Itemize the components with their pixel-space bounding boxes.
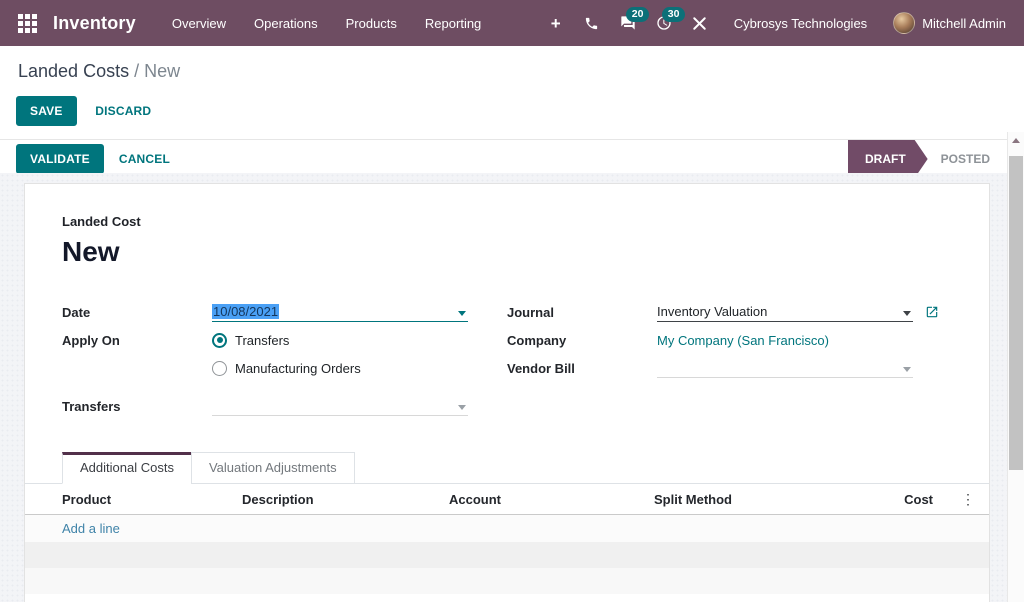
header-cost: Cost	[881, 484, 941, 515]
company-label: Company	[507, 333, 657, 348]
apply-on-label: Apply On	[62, 333, 212, 348]
breadcrumb-landed-costs[interactable]: Landed Costs	[18, 61, 129, 81]
breadcrumb-current: New	[144, 61, 180, 81]
user-menu[interactable]: Mitchell Admin	[922, 16, 1006, 31]
save-button[interactable]: SAVE	[16, 96, 77, 126]
date-dropdown-icon[interactable]	[458, 311, 466, 316]
scrollbar-thumb[interactable]	[1009, 156, 1023, 470]
navbar-systray: + 20 30 Cybrosys Technologies Mitchell A…	[538, 12, 1006, 34]
form-view-background: Landed Cost New Date 10/08/2021 Apply On…	[0, 173, 1024, 602]
table-row	[25, 542, 989, 568]
table-header-row: Product Description Account Split Method…	[25, 484, 989, 515]
journal-field[interactable]: Inventory Valuation	[657, 303, 913, 322]
vendor-bill-label: Vendor Bill	[507, 361, 657, 376]
header-account: Account	[441, 484, 646, 515]
top-navbar: Inventory Overview Operations Products R…	[0, 0, 1024, 46]
radio-transfers-label[interactable]: Transfers	[235, 333, 289, 348]
notebook-tabs: Additional Costs Valuation Adjustments	[25, 452, 989, 484]
company-switcher[interactable]: Cybrosys Technologies	[734, 16, 867, 31]
messages-icon[interactable]: 20	[610, 15, 646, 31]
quick-create-icon[interactable]: +	[538, 15, 574, 32]
form-fields: Date 10/08/2021 Apply On Transfers	[25, 298, 989, 420]
vertical-scrollbar[interactable]	[1007, 132, 1024, 602]
apply-on-manufacturing-option[interactable]: Manufacturing Orders	[212, 361, 468, 376]
cancel-button[interactable]: CANCEL	[106, 145, 183, 173]
menu-operations[interactable]: Operations	[240, 10, 332, 37]
sheet-label: Landed Cost	[62, 214, 989, 229]
transfers-field[interactable]	[212, 397, 468, 416]
radio-manufacturing-label[interactable]: Manufacturing Orders	[235, 361, 361, 376]
record-title: New	[62, 236, 989, 268]
form-sheet: Landed Cost New Date 10/08/2021 Apply On…	[24, 183, 990, 602]
journal-label: Journal	[507, 305, 657, 320]
date-label: Date	[62, 305, 212, 320]
app-name[interactable]: Inventory	[53, 13, 136, 34]
form-left-column: Date 10/08/2021 Apply On Transfers	[62, 298, 507, 420]
tab-valuation-adjustments[interactable]: Valuation Adjustments	[191, 452, 355, 484]
add-a-line-link[interactable]: Add a line	[62, 521, 120, 536]
additional-costs-table: Product Description Account Split Method…	[25, 484, 989, 594]
validate-button[interactable]: VALIDATE	[16, 144, 104, 174]
company-field[interactable]: My Company (San Francisco)	[657, 333, 913, 348]
date-field[interactable]: 10/08/2021	[212, 303, 468, 322]
header-split-method: Split Method	[646, 484, 881, 515]
vendor-bill-field[interactable]	[657, 359, 913, 378]
main-menu: Overview Operations Products Reporting	[158, 10, 495, 37]
journal-dropdown-icon[interactable]	[903, 311, 911, 316]
header-description: Description	[234, 484, 441, 515]
scrollbar-up-arrow-icon[interactable]	[1008, 132, 1024, 148]
date-value[interactable]: 10/08/2021	[212, 304, 279, 319]
breadcrumb-separator: /	[134, 61, 144, 81]
user-avatar[interactable]	[893, 12, 915, 34]
menu-reporting[interactable]: Reporting	[411, 10, 495, 37]
control-panel: Landed Costs / New SAVE DISCARD	[0, 46, 1024, 139]
transfers-label: Transfers	[62, 399, 212, 414]
tools-icon[interactable]	[682, 15, 718, 30]
table-row	[25, 568, 989, 594]
table-row: Add a line	[25, 515, 989, 543]
transfers-dropdown-icon[interactable]	[458, 405, 466, 410]
activities-icon[interactable]: 30	[646, 15, 682, 31]
tab-additional-costs[interactable]: Additional Costs	[62, 452, 192, 484]
header-product: Product	[25, 484, 234, 515]
breadcrumb: Landed Costs / New	[18, 61, 1008, 82]
company-value[interactable]: My Company (San Francisco)	[657, 333, 829, 348]
discard-button[interactable]: DISCARD	[82, 97, 164, 125]
column-options-icon[interactable]: ⋮	[941, 484, 989, 515]
apps-grid-icon[interactable]	[18, 14, 37, 33]
radio-transfers-icon[interactable]	[212, 333, 227, 348]
menu-products[interactable]: Products	[332, 10, 411, 37]
form-right-column: Journal Inventory Valuation Company My C…	[507, 298, 952, 420]
journal-external-link-icon[interactable]	[925, 305, 939, 319]
status-posted[interactable]: POSTED	[941, 152, 990, 166]
phone-icon[interactable]	[574, 15, 610, 30]
control-panel-buttons: SAVE DISCARD	[16, 96, 1008, 126]
vendor-bill-dropdown-icon[interactable]	[903, 367, 911, 372]
journal-value[interactable]: Inventory Valuation	[657, 304, 767, 319]
menu-overview[interactable]: Overview	[158, 10, 240, 37]
radio-manufacturing-icon[interactable]	[212, 361, 227, 376]
apply-on-transfers-option[interactable]: Transfers	[212, 333, 468, 348]
